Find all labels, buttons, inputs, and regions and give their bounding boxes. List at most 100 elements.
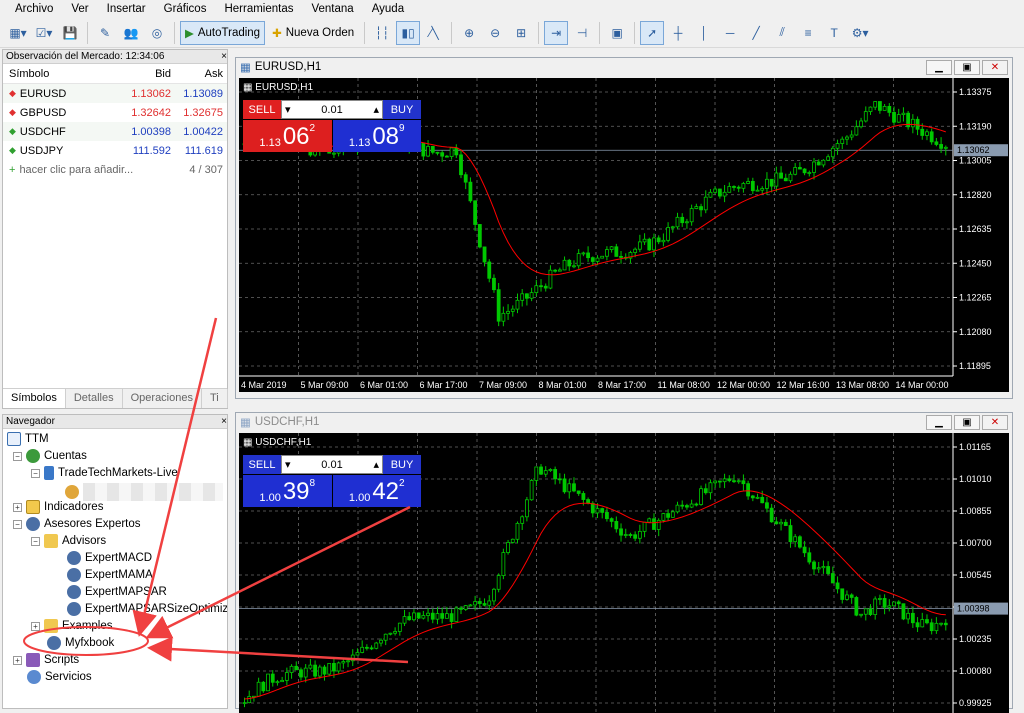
lot-field[interactable]: ▾ 0.01 ▴ [281,455,383,474]
lot-up-icon[interactable]: ▴ [373,458,379,471]
minimize-button[interactable]: ▁ [926,59,952,75]
menu-herramientas[interactable]: Herramientas [215,3,302,15]
buy-price-button[interactable]: 1.13 08 9 [332,120,421,152]
expand-icon[interactable]: + [13,502,22,512]
horizontal-line-icon[interactable]: ─ [718,21,742,45]
autotrading-button[interactable]: ▶ AutoTrading [180,20,266,45]
sell-button[interactable]: SELL [243,100,281,119]
fibonacci-icon[interactable]: ≡ [796,21,820,45]
tree-root[interactable]: TTM [7,432,49,446]
chart-canvas[interactable]: 1.011651.010101.008551.007001.005451.003… [239,433,1009,713]
add-symbol-row[interactable]: + hacer clic para añadir... 4 / 307 [3,160,227,179]
zoom-in-icon[interactable]: ⊕ [457,21,481,45]
sell-price-button[interactable]: 1.13 06 2 [243,120,332,152]
maximize-button[interactable]: ▣ [954,414,980,430]
close-button[interactable]: ✕ [982,59,1008,75]
tree-ea-item[interactable]: ExpertMAMA [67,568,153,582]
candle-body [699,206,703,211]
candle-body [440,152,445,157]
profiles-icon[interactable]: ☑▾ [32,21,56,45]
candlestick-icon[interactable]: ▮▯ [396,20,421,45]
buy-price-button[interactable]: 1.00 42 2 [332,475,421,507]
zoom-out-icon[interactable]: ⊖ [483,21,507,45]
col-bid[interactable]: Bid [113,68,171,80]
table-row[interactable]: ◆ USDCHF 1.00398 1.00422 [3,122,227,141]
expert-icon [67,551,81,565]
tree-account-server[interactable]: − TradeTechMarkets-Live [31,466,178,480]
close-icon[interactable]: × [221,415,227,428]
menu-ventana[interactable]: Ventana [302,3,362,15]
collapse-icon[interactable]: − [13,451,22,461]
signal-icon[interactable]: ◎ [145,21,169,45]
tab-simbolos[interactable]: Símbolos [3,389,66,408]
tree-experts[interactable]: − Asesores Expertos [13,517,141,531]
tree-ea-item[interactable]: ExpertMAPSAR [67,585,167,599]
expand-icon[interactable]: + [13,655,22,665]
candle-body [934,622,939,632]
lot-down-icon[interactable]: ▾ [285,458,291,471]
minimize-button[interactable]: ▁ [926,414,952,430]
crosshair-icon[interactable]: ┼ [666,21,690,45]
line-chart-icon[interactable]: ⁄╲ [422,21,446,45]
tab-operaciones[interactable]: Operaciones [123,389,202,408]
shapes-icon[interactable]: ⚙▾ [848,21,872,45]
col-ask[interactable]: Ask [171,68,227,80]
tree-scripts[interactable]: + Scripts [13,653,79,667]
chart-icon: ▦ [240,62,251,74]
new-chart-icon[interactable]: ▦▾ [6,21,30,45]
buy-button[interactable]: BUY [383,455,421,474]
menu-archivo[interactable]: Archivo [6,3,62,15]
buy-button[interactable]: BUY [383,100,421,119]
sell-price-button[interactable]: 1.00 39 8 [243,475,332,507]
table-row[interactable]: ◆ USDJPY 111.592 111.619 [3,141,227,160]
col-symbol[interactable]: Símbolo [3,68,113,80]
table-row[interactable]: ◆ GBPUSD 1.32642 1.32675 [3,103,227,122]
equidistant-channel-icon[interactable]: ⫽ [770,21,794,45]
menu-graficos[interactable]: Gráficos [155,3,216,15]
collapse-icon[interactable]: − [31,536,40,546]
menu-ayuda[interactable]: Ayuda [363,3,413,15]
tree-myfxbook[interactable]: Myfxbook [47,636,114,650]
lot-up-icon[interactable]: ▴ [373,103,379,116]
menu-insertar[interactable]: Insertar [98,3,155,15]
tree-ea-item[interactable]: ExpertMAPSARSizeOptimized [67,602,227,616]
tree-indicators[interactable]: + Indicadores [13,500,103,514]
lot-down-icon[interactable]: ▾ [285,103,291,116]
tree-account-login[interactable] [65,483,223,501]
candle-body [812,561,816,570]
tree-advisors[interactable]: − Advisors [31,534,106,548]
tree-examples[interactable]: + Examples [31,619,113,633]
cursor-icon[interactable]: ➚ [640,20,665,45]
close-button[interactable]: ✕ [982,414,1008,430]
chart-canvas[interactable]: 1.13375 1.13190 1.13005 1.12820 1.12635 1.124… [239,78,1009,392]
collapse-icon[interactable]: − [13,519,22,529]
vertical-line-icon[interactable]: │ [692,21,716,45]
tab-detalles[interactable]: Detalles [66,389,123,408]
autoscroll-icon[interactable]: ⊣ [570,21,594,45]
users-icon[interactable]: 👥 [119,21,143,45]
trendline-icon[interactable]: ╱ [744,21,768,45]
menu-ver[interactable]: Ver [62,3,97,15]
maximize-button[interactable]: ▣ [954,59,980,75]
new-order-button[interactable]: ✚ Nueva Orden [267,21,359,45]
collapse-icon[interactable]: − [31,468,40,478]
tree-ea-item[interactable]: ExpertMACD [67,551,152,565]
tree-services[interactable]: Servicios [27,670,92,684]
tree-accounts[interactable]: − Cuentas [13,449,87,463]
table-row[interactable]: ◆ EURUSD 1.13062 1.13089 [3,84,227,103]
candle-body [755,189,760,192]
candle-body [247,696,252,704]
text-icon[interactable]: T [822,21,846,45]
sell-button[interactable]: SELL [243,455,281,474]
close-icon[interactable]: × [221,50,227,63]
menu-bar: Archivo Ver Insertar Gráficos Herramient… [0,0,1024,18]
tab-ticks[interactable]: Ti [202,389,228,408]
save-icon[interactable]: 💾 [58,21,82,45]
pencil-icon[interactable]: ✎ [93,21,117,45]
lot-field[interactable]: ▾ 0.01 ▴ [281,100,383,119]
chart-shift-icon[interactable]: ⇥ [544,20,569,45]
expand-icon[interactable]: + [31,621,40,631]
tile-windows-icon[interactable]: ⊞ [509,21,533,45]
templates-icon[interactable]: ▣ [605,21,629,45]
bar-chart-icon[interactable]: ┆┆ [370,21,394,45]
